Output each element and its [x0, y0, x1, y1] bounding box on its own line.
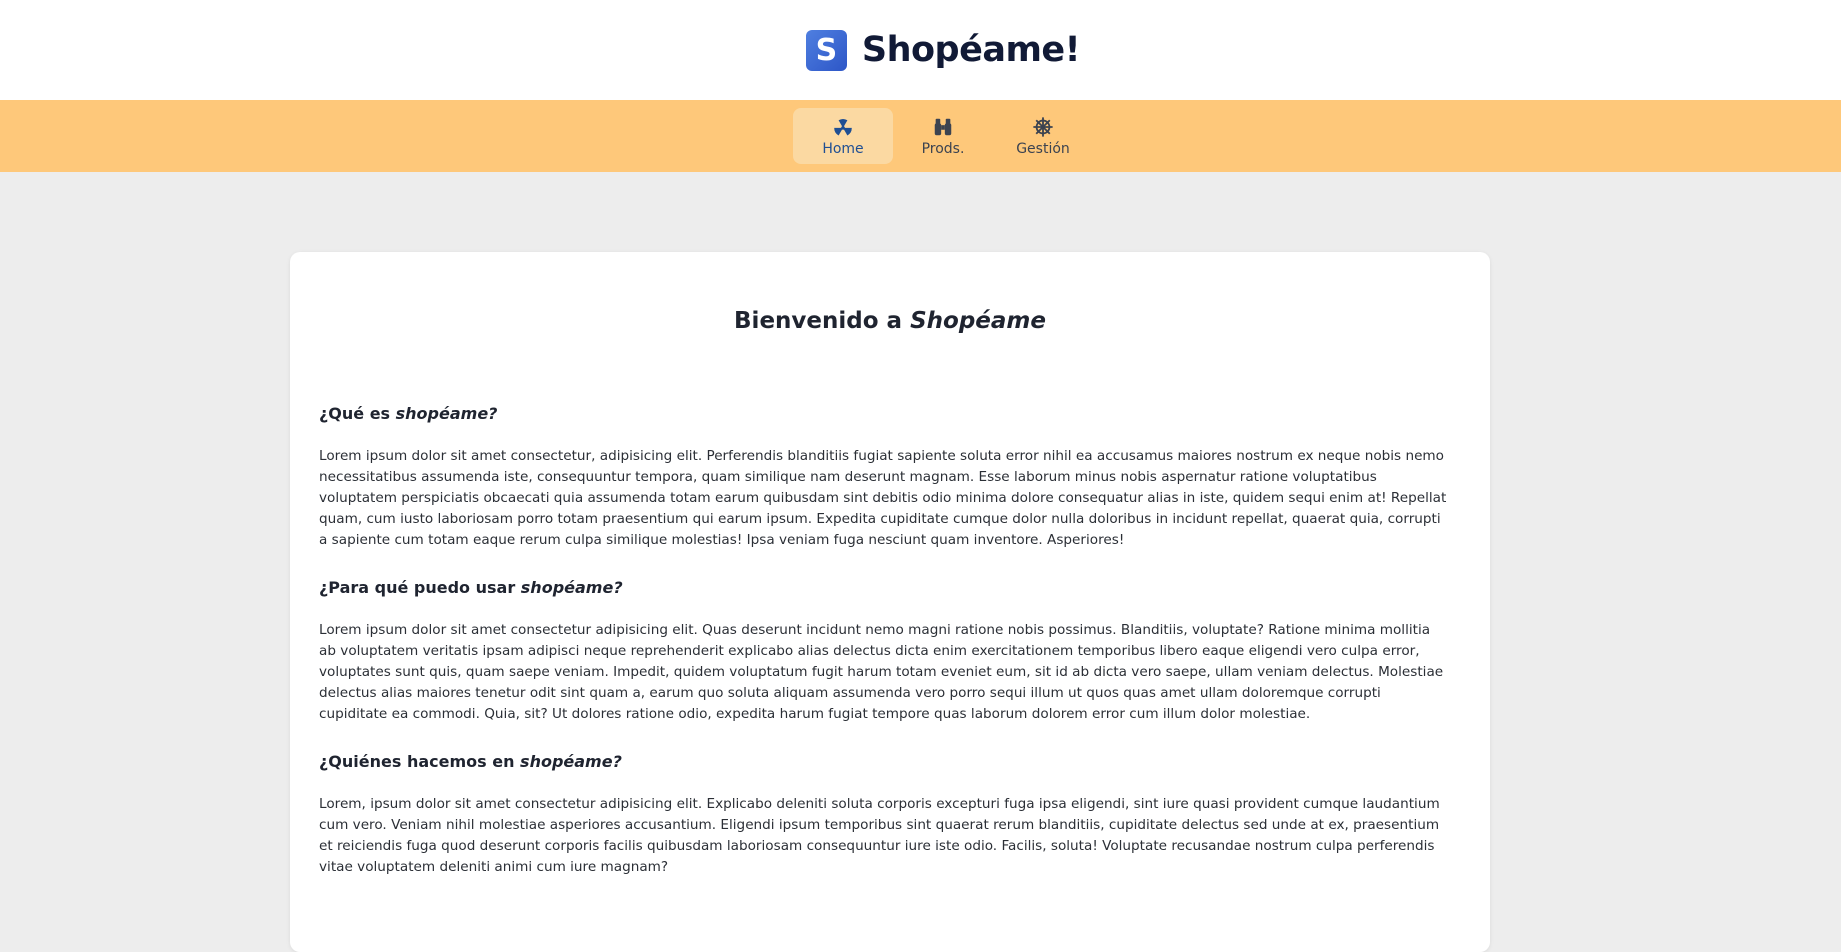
section-heading-prefix: ¿Para qué puedo usar — [319, 578, 521, 597]
section-who: ¿Quiénes hacemos en shopéame? Lorem, ips… — [319, 752, 1449, 878]
binoculars-icon — [934, 118, 952, 135]
brand[interactable]: S Shopéame! — [805, 29, 1081, 71]
nav-item-gestion[interactable]: Gestión — [993, 108, 1093, 164]
section-what-for: ¿Para qué puedo usar shopéame? Lorem ips… — [319, 578, 1449, 725]
radiation-icon — [834, 118, 852, 136]
section-body: Lorem, ipsum dolor sit amet consectetur … — [319, 796, 1440, 875]
section-heading: ¿Quiénes hacemos en shopéame? — [319, 752, 1449, 772]
nav-label-home: Home — [822, 140, 864, 157]
section-body: Lorem ipsum dolor sit amet consectetur a… — [319, 622, 1444, 722]
nav-item-home[interactable]: Home — [793, 108, 893, 164]
nav-item-prods[interactable]: Prods. — [893, 108, 993, 164]
section-heading: ¿Qué es shopéame? — [319, 404, 1449, 424]
brand-logo-icon: S — [805, 29, 847, 71]
brand-title: Shopéame! — [861, 30, 1081, 70]
section-heading-emphasis: shopéame? — [520, 578, 623, 597]
nav-label-prods: Prods. — [921, 140, 965, 157]
welcome-card: Bienvenido a Shopéame ¿Qué es shopéame? … — [290, 252, 1490, 952]
page-title-emphasis: Shopéame — [910, 308, 1046, 334]
section-heading-prefix: ¿Quiénes hacemos en — [319, 752, 521, 771]
ship-wheel-icon — [1033, 116, 1053, 137]
nav-label-gestion: Gestión — [1016, 140, 1070, 157]
section-heading-emphasis: shopéame? — [520, 752, 622, 771]
section-heading: ¿Para qué puedo usar shopéame? — [319, 578, 1449, 598]
nav-items: Home Prods. Gestión — [793, 108, 1093, 164]
page-title: Bienvenido a Shopéame — [290, 308, 1490, 334]
main-navbar: Home Prods. Gestión — [0, 100, 1841, 172]
section-body: Lorem ipsum dolor sit amet consectetur, … — [319, 448, 1447, 548]
page-title-prefix: Bienvenido a — [734, 308, 911, 334]
section-heading-emphasis: shopéame? — [395, 404, 498, 423]
content-sections: ¿Qué es shopéame? Lorem ipsum dolor sit … — [319, 404, 1449, 905]
section-what-is: ¿Qué es shopéame? Lorem ipsum dolor sit … — [319, 404, 1449, 551]
section-heading-prefix: ¿Qué es — [319, 404, 396, 423]
top-header: S Shopéame! — [0, 0, 1841, 100]
